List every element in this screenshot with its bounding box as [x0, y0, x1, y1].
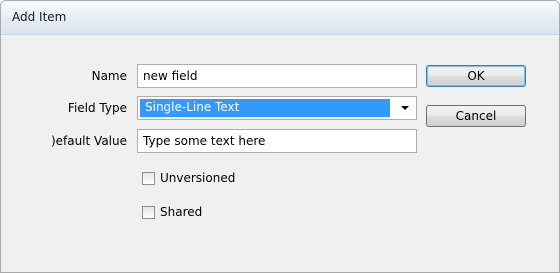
name-label: Name: [91, 69, 127, 83]
title-bar: Add Item: [1, 1, 559, 35]
unversioned-label[interactable]: Unversioned: [160, 171, 235, 185]
unversioned-checkbox[interactable]: [142, 172, 155, 185]
default-value-label: )efault Value: [50, 134, 127, 148]
field-type-label: Field Type: [67, 101, 127, 115]
ok-button[interactable]: OK: [426, 65, 526, 87]
field-type-select[interactable]: Single-Line Text: [137, 96, 417, 120]
field-type-selected-value: Single-Line Text: [140, 99, 390, 117]
add-item-dialog: Add Item Name new field Field Type Singl…: [0, 0, 560, 273]
chevron-down-icon[interactable]: [398, 103, 412, 113]
shared-checkbox[interactable]: [142, 206, 155, 219]
name-input[interactable]: new field: [137, 64, 417, 88]
cancel-button[interactable]: Cancel: [426, 105, 526, 127]
shared-label[interactable]: Shared: [160, 205, 202, 219]
dialog-title: Add Item: [12, 10, 67, 24]
default-value-input[interactable]: Type some text here: [137, 129, 417, 153]
